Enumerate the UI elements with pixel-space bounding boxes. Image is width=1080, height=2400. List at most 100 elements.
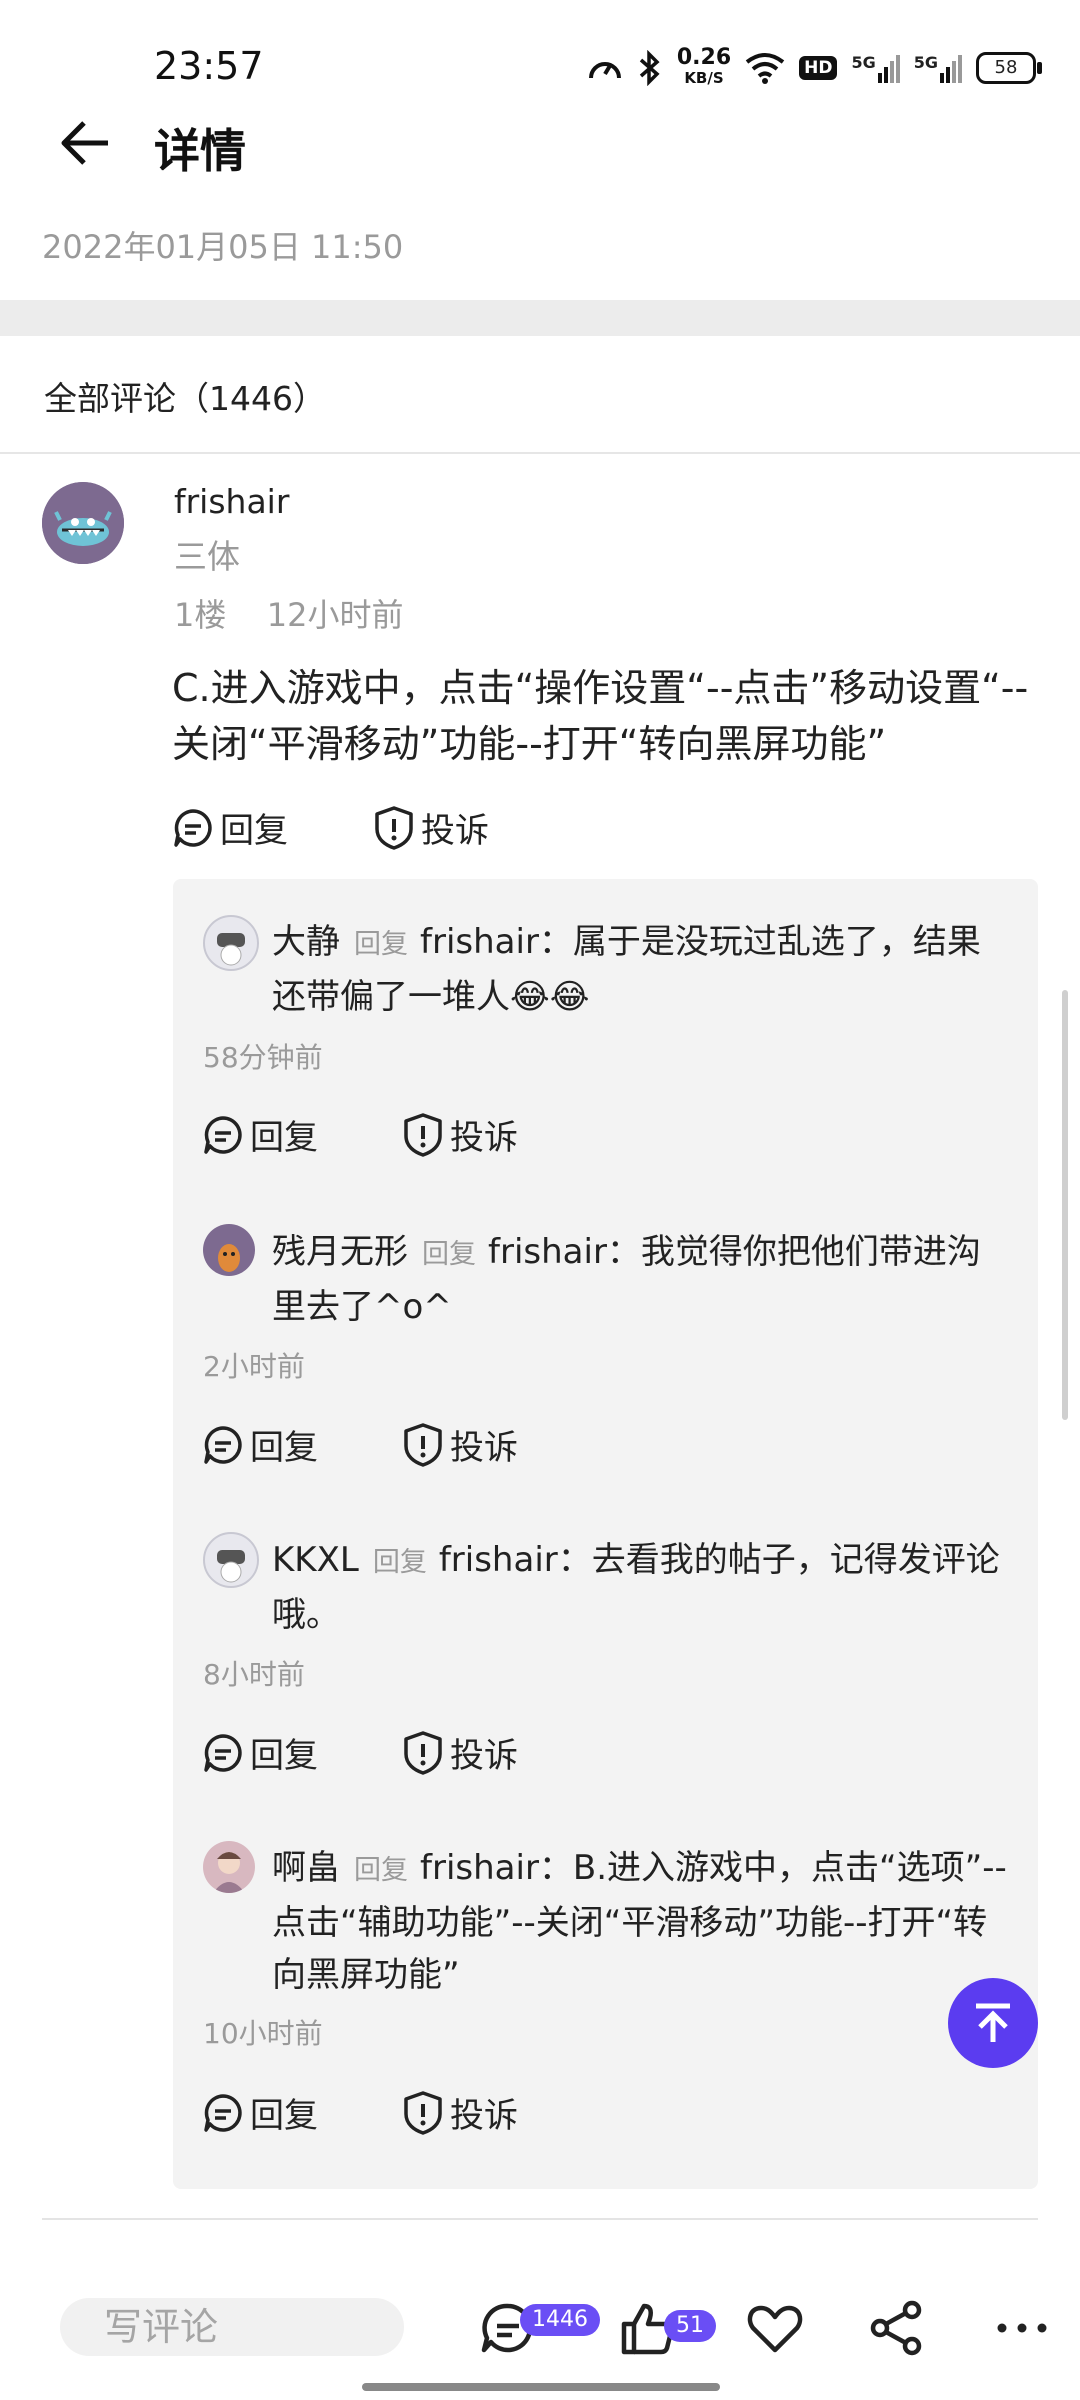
- reply-target[interactable]: frishair：: [439, 1540, 592, 1580]
- comment-username[interactable]: frishair: [174, 482, 289, 521]
- report-label: 投诉: [450, 1736, 518, 1776]
- battery-indicator: 58: [976, 52, 1042, 84]
- hd-icon: HD: [799, 56, 838, 80]
- reply-username[interactable]: 啊畠: [272, 1848, 340, 1888]
- reply-bubble-icon: [204, 1733, 242, 1772]
- reply-username[interactable]: KKXL: [272, 1540, 359, 1580]
- like-count-badge: 51: [664, 2310, 716, 2342]
- report-button[interactable]: 投诉: [402, 1110, 518, 1159]
- comment-count-badge: 1446: [520, 2304, 600, 2336]
- reply-button[interactable]: 回复: [202, 1420, 318, 1469]
- reply-word: 回复: [422, 1239, 476, 1270]
- favorite-button[interactable]: [745, 2298, 805, 2358]
- reply-target[interactable]: frishair：: [420, 922, 573, 962]
- comment-text: C.进入游戏中，点击“操作设置“--点击”移动设置“--关闭“平滑移动”功能--…: [172, 666, 1029, 766]
- post-date: 2022年01月05日 11:50: [42, 228, 404, 266]
- reply-bubble-icon: [204, 2093, 242, 2132]
- comment-user-tag: 三体: [174, 537, 240, 576]
- shield-icon: [404, 1730, 442, 1775]
- divider: [0, 452, 1080, 454]
- shield-icon: [375, 805, 413, 850]
- section-divider: [0, 300, 1080, 336]
- all-comments-title: 全部评论（1446）: [44, 379, 326, 418]
- reply-button[interactable]: 回复: [202, 2088, 318, 2137]
- reply-label: 回复: [220, 811, 288, 851]
- reply-time: 2小时前: [203, 1350, 305, 1383]
- shield-icon: [404, 1112, 442, 1157]
- divider: [42, 2218, 1038, 2220]
- reply-label: 回复: [250, 1428, 318, 1468]
- reply-button[interactable]: 回复: [172, 803, 288, 852]
- scrollbar[interactable]: [1062, 990, 1068, 1420]
- vr-avatar-icon: [217, 1550, 245, 1583]
- reply-word: 回复: [354, 1855, 408, 1886]
- reply-time: 8小时前: [203, 1658, 305, 1691]
- reply-target[interactable]: frishair：: [488, 1232, 641, 1272]
- comment-input[interactable]: 写评论: [60, 2298, 404, 2356]
- reply-bubble-icon: [204, 1115, 242, 1154]
- scroll-to-top-button[interactable]: [948, 1978, 1038, 2068]
- wifi-icon: [745, 53, 785, 84]
- net-speed-value: 0.26: [676, 45, 732, 70]
- report-button[interactable]: 投诉: [402, 2088, 518, 2137]
- page-title: 详情: [154, 124, 246, 178]
- reply-content: 残月无形 回复 frishair：我觉得你把他们带进沟里去了^o^: [272, 1226, 1012, 1333]
- comment-meta: 1楼 12小时前: [174, 590, 403, 636]
- dragon-avatar-icon: [42, 482, 124, 564]
- avatar[interactable]: [42, 482, 124, 564]
- shield-icon: [404, 2090, 442, 2135]
- reply-label: 回复: [250, 1118, 318, 1158]
- reply-bubble-icon: [204, 1425, 242, 1464]
- reply-content: KKXL 回复 frishair：去看我的帖子，记得发评论哦。: [272, 1534, 1012, 1641]
- avatar[interactable]: [203, 1532, 259, 1588]
- reply-label: 回复: [250, 2096, 318, 2136]
- signal-bars-icon: [877, 55, 900, 83]
- reply-button[interactable]: 回复: [202, 1110, 318, 1159]
- photo-avatar-icon: [213, 1852, 245, 1893]
- signal-bars-icon: [940, 55, 962, 83]
- arrow-up-icon: [976, 2003, 1010, 2042]
- reply-label: 回复: [250, 1736, 318, 1776]
- report-button[interactable]: 投诉: [402, 1420, 518, 1469]
- vr-avatar-icon: [217, 933, 245, 966]
- signal-5g-1: 5G: [851, 53, 900, 83]
- status-icons: 0.26 KB/S HD 5G 5G 58: [587, 45, 1042, 90]
- avatar[interactable]: [203, 915, 259, 971]
- net-speed-unit: KB/S: [684, 69, 724, 87]
- signal-5g-2: 5G: [914, 53, 962, 83]
- reply-content: 大静 回复 frishair：属于是没玩过乱选了，结果还带偏了一堆人😂😂: [272, 916, 1012, 1023]
- back-arrow-icon[interactable]: [58, 115, 114, 171]
- report-label: 投诉: [421, 811, 489, 851]
- character-avatar-icon: [218, 1244, 240, 1272]
- report-label: 投诉: [450, 1118, 518, 1158]
- report-button[interactable]: 投诉: [373, 803, 489, 852]
- avatar[interactable]: [203, 1224, 255, 1276]
- shield-icon: [404, 1422, 442, 1467]
- more-dots-icon: [997, 2323, 1047, 2333]
- reply-username[interactable]: 大静: [272, 922, 340, 962]
- reply-time: 58分钟前: [203, 1041, 323, 1074]
- status-time: 23:57: [154, 44, 264, 88]
- reply-content: 啊畠 回复 frishair：B.进入游戏中，点击“选项”--点击“辅助功能”--关…: [272, 1842, 1012, 2001]
- share-icon: [870, 2300, 922, 2356]
- bluetooth-icon: [639, 50, 660, 86]
- more-button[interactable]: [990, 2298, 1054, 2358]
- net-speed: 0.26 KB/S: [676, 45, 732, 88]
- reply-target[interactable]: frishair：: [420, 1848, 573, 1888]
- share-button[interactable]: [866, 2298, 926, 2358]
- reply-username[interactable]: 残月无形: [272, 1232, 408, 1272]
- reply-button[interactable]: 回复: [202, 1728, 318, 1777]
- report-button[interactable]: 投诉: [402, 1728, 518, 1777]
- reply-word: 回复: [354, 929, 408, 960]
- comment-floor: 1楼: [174, 596, 227, 634]
- reply-time: 10小时前: [203, 2017, 323, 2050]
- reply-bubble-icon: [174, 808, 212, 847]
- heart-icon: [747, 2305, 803, 2353]
- speedometer-icon: [588, 62, 621, 79]
- report-label: 投诉: [450, 1428, 518, 1468]
- reply-word: 回复: [372, 1547, 427, 1578]
- comment-time: 12小时前: [266, 596, 404, 634]
- avatar[interactable]: [203, 1841, 255, 1893]
- home-indicator[interactable]: [362, 2383, 720, 2391]
- report-label: 投诉: [450, 2096, 518, 2136]
